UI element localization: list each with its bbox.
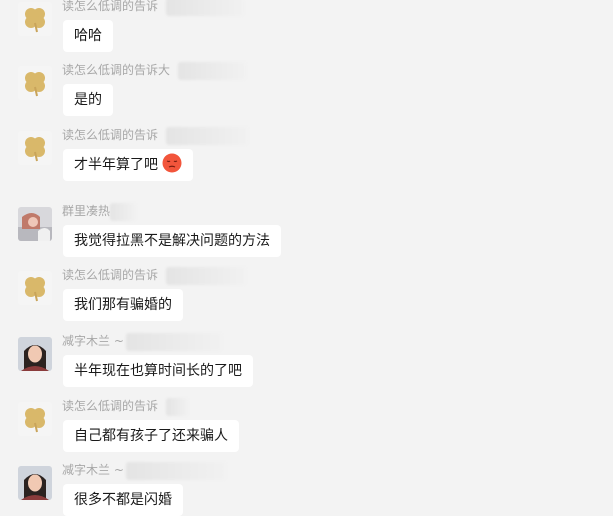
message-text: 很多不都是闪婚 [74,492,172,508]
message-text: 半年现在也算时间长的了吧 [74,363,242,379]
blurred-name [110,203,136,221]
avatar[interactable] [18,466,52,500]
avatar[interactable] [18,337,52,371]
message-bubble[interactable]: 是的 [63,84,113,116]
avatar[interactable] [18,207,52,241]
message-text: 是的 [74,92,102,108]
photo-avatar-icon [18,207,52,241]
sender-name: 群里凑热 [62,204,111,218]
sender-name: 读怎么低调的告诉 [62,268,159,282]
clover-avatar-icon [18,402,52,436]
blurred-name [166,127,248,145]
sender-name: 读怎么低调的告诉 [62,399,159,413]
blurred-name [178,62,246,80]
photo-avatar-icon [18,337,52,371]
message-bubble[interactable]: 哈哈 [63,20,113,52]
message-bubble[interactable]: 自己都有孩子了还来骗人 [63,420,239,452]
blurred-name [166,398,188,416]
sender-name: 减字木兰 ~ [62,463,124,477]
avatar[interactable] [18,131,52,165]
sender-name: 减字木兰 ~ [62,334,124,348]
sender-name: 读怎么低调的告诉大 [62,63,171,77]
sender-name: 读怎么低调的告诉 [62,0,159,13]
avatar[interactable] [18,271,52,305]
chat-message-list: 读怎么低调的告诉 哈哈 读怎么低调的告诉大 是的 读怎么低调的告诉 才半年算了吧… [0,0,613,516]
avatar[interactable] [18,66,52,100]
pensive-face-icon [162,153,182,173]
message-bubble[interactable]: 我觉得拉黑不是解决问题的方法 [63,225,281,257]
message-text: 我们那有骗婚的 [74,297,172,313]
blurred-name [126,333,222,351]
message-text: 才半年算了吧 [74,157,158,173]
avatar[interactable] [18,2,52,36]
message-bubble[interactable]: 很多不都是闪婚 [63,484,183,516]
blurred-name [166,267,246,285]
avatar[interactable] [18,402,52,436]
message-text: 哈哈 [74,28,102,44]
blurred-name [126,462,226,480]
message-bubble[interactable]: 我们那有骗婚的 [63,289,183,321]
clover-avatar-icon [18,66,52,100]
message-text: 自己都有孩子了还来骗人 [74,428,228,444]
message-text: 我觉得拉黑不是解决问题的方法 [74,233,270,249]
sender-name: 读怎么低调的告诉 [62,128,159,142]
clover-avatar-icon [18,2,52,36]
clover-avatar-icon [18,131,52,165]
message-bubble[interactable]: 半年现在也算时间长的了吧 [63,355,253,387]
clover-avatar-icon [18,271,52,305]
blurred-name [166,0,244,16]
message-bubble[interactable]: 才半年算了吧 [63,149,193,181]
photo-avatar-icon [18,466,52,500]
